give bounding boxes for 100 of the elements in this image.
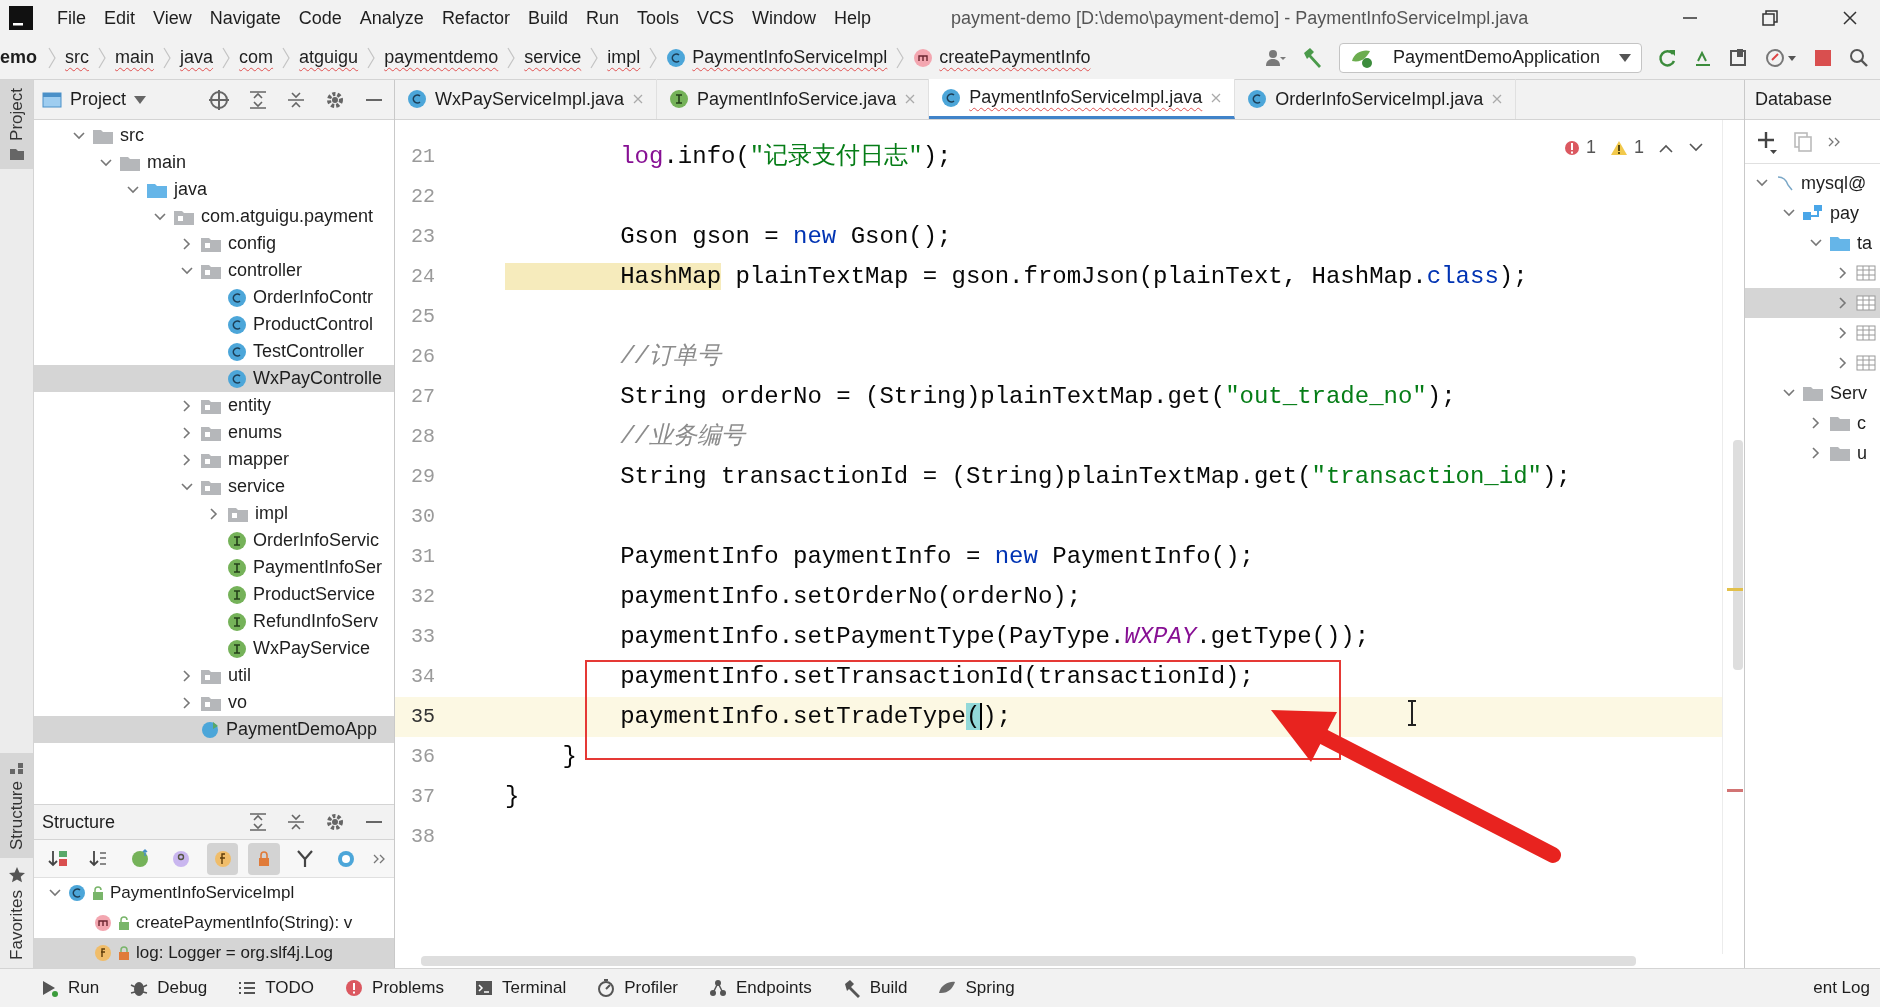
tool-window-button[interactable]: Profiler <box>596 973 679 1003</box>
interface-icon <box>227 611 247 632</box>
scrollbar[interactable] <box>1733 440 1743 670</box>
line-number: 23 <box>410 224 435 250</box>
tree-item[interactable]: config <box>34 230 394 257</box>
menu-item[interactable]: Refactor <box>432 3 519 33</box>
tree-item[interactable]: vo <box>34 689 394 716</box>
side-tab[interactable]: Favorites <box>0 858 33 968</box>
breadcrumb-item[interactable]: main <box>107 40 163 75</box>
menu-item[interactable]: VCS <box>688 3 743 33</box>
tree-item[interactable]: Serv <box>1745 378 1880 408</box>
line-number: 34 <box>410 664 435 690</box>
tree-item[interactable]: WxPayControlle <box>34 365 394 392</box>
breadcrumb-item[interactable]: src <box>57 40 97 75</box>
filter-toggle[interactable] <box>207 842 239 875</box>
class-icon <box>227 314 247 335</box>
tree-item[interactable]: main <box>34 149 394 176</box>
filter-toggle[interactable] <box>248 842 280 875</box>
error-count[interactable]: 1 <box>1563 134 1596 161</box>
breadcrumb-item[interactable]: java <box>172 40 222 75</box>
editor-tab[interactable]: OrderInfoServiceImpl.java <box>1235 79 1517 119</box>
run-configuration-dropdown[interactable]: PaymentDemoApplication <box>1339 42 1642 73</box>
tree-item[interactable]: ta <box>1745 228 1880 258</box>
breadcrumb-item[interactable]: atguigu <box>291 40 367 75</box>
warning-count[interactable]: 1 <box>1610 134 1644 161</box>
line-number: 22 <box>410 184 435 210</box>
menu-item[interactable]: File <box>48 3 95 33</box>
tree-item[interactable]: java <box>34 176 394 203</box>
tree-item[interactable]: util <box>34 662 394 689</box>
settings-icon[interactable] <box>324 811 346 833</box>
tree-item[interactable]: PaymentDemoApp <box>34 716 394 743</box>
tree-item[interactable]: c <box>1745 408 1880 438</box>
expand-all-icon[interactable] <box>248 812 268 832</box>
breadcrumb-item[interactable]: impl <box>599 40 649 75</box>
tree-item[interactable]: PaymentInfoSer <box>34 554 394 581</box>
menu-item[interactable]: Tools <box>627 3 688 33</box>
menu-item[interactable]: Run <box>576 3 628 33</box>
menu-item[interactable]: Help <box>825 3 881 33</box>
error-marker[interactable] <box>1727 789 1743 792</box>
warning-marker[interactable] <box>1727 588 1743 591</box>
tree-item[interactable]: service <box>34 473 394 500</box>
menu-item[interactable]: Edit <box>95 3 145 33</box>
tree-item[interactable]: mapper <box>34 446 394 473</box>
menu-item[interactable]: View <box>144 3 201 33</box>
tree-item[interactable]: entity <box>34 392 394 419</box>
menu-item[interactable]: Build <box>518 3 577 33</box>
breadcrumb-item[interactable]: service <box>516 40 590 75</box>
tree-item[interactable]: PaymentInfoServiceImpl <box>34 878 394 908</box>
restore-icon[interactable] <box>1760 8 1780 28</box>
side-tab[interactable]: Project <box>0 80 33 169</box>
tool-window-button[interactable]: Endpoints <box>708 973 812 1003</box>
attach-icon[interactable] <box>1764 46 1798 69</box>
tree-item[interactable]: TestController <box>34 338 394 365</box>
breadcrumb-item[interactable]: PaymentInfoServiceImpl <box>658 40 896 75</box>
tree-item[interactable]: enums <box>34 419 394 446</box>
editor-tab[interactable]: PaymentInfoServiceImpl.java <box>929 79 1236 119</box>
tree-item[interactable]: impl <box>34 500 394 527</box>
tree-item[interactable]: OrderInfoServic <box>34 527 394 554</box>
menu-item[interactable]: Window <box>743 3 826 33</box>
tree-item[interactable]: RefundInfoServ <box>34 608 394 635</box>
search-icon[interactable] <box>1848 46 1870 69</box>
code-line: paymentInfo.setTransactionId(transactionId); <box>619 663 1254 691</box>
menu-item[interactable]: Navigate <box>200 3 290 33</box>
tree-item[interactable]: ProductService <box>34 581 394 608</box>
tool-window-button[interactable]: ent Log <box>1813 973 1870 1003</box>
breadcrumb-item[interactable]: paymentdemo <box>376 40 507 75</box>
tree-item[interactable]: OrderInfoContr <box>34 284 394 311</box>
tool-window-button[interactable]: Problems <box>344 973 444 1003</box>
class-icon <box>227 368 247 389</box>
tool-window-button[interactable]: Spring <box>937 973 1015 1003</box>
horizontal-scrollbar[interactable] <box>421 956 1636 966</box>
tool-window-button[interactable]: TODO <box>237 973 315 1003</box>
panel-title[interactable]: Structure <box>34 808 116 836</box>
menu-item[interactable]: Code <box>289 3 351 33</box>
tree-item[interactable]: mysql@ <box>1745 168 1880 198</box>
tool-window-button[interactable]: Run <box>40 973 100 1003</box>
breadcrumb-item[interactable]: com <box>231 40 282 75</box>
breadcrumb-item[interactable]: createPaymentInfo <box>905 40 1099 75</box>
collapse-all-icon[interactable] <box>286 89 306 110</box>
expand-all-icon[interactable] <box>248 89 268 110</box>
collapse-all-icon[interactable] <box>286 812 306 832</box>
locate-icon[interactable] <box>208 88 230 111</box>
tool-window-button[interactable]: Terminal <box>473 973 567 1003</box>
tree-item[interactable]: WxPayService <box>34 635 394 662</box>
tree-item[interactable]: com.atguigu.payment <box>34 203 394 230</box>
tree-item[interactable]: src <box>34 122 394 149</box>
tree-item[interactable]: pay <box>1745 198 1880 228</box>
menu-item[interactable]: Analyze <box>350 3 433 33</box>
tree-item[interactable]: createPaymentInfo(String): v <box>34 908 394 938</box>
tree-item[interactable]: ProductControl <box>34 311 394 338</box>
breadcrumb-item[interactable]: emo <box>0 40 47 75</box>
next-icon[interactable] <box>1688 141 1704 154</box>
user-icon[interactable] <box>1265 47 1287 68</box>
side-tab[interactable]: Structure <box>0 753 33 859</box>
tree-item[interactable]: log: Logger = org.slf4j.Log <box>34 938 394 968</box>
tree-item[interactable]: u <box>1745 438 1880 468</box>
editor-tab[interactable]: WxPayServiceImpl.java <box>395 79 658 119</box>
tool-window-button[interactable]: Build <box>841 973 908 1003</box>
tool-window-button[interactable]: Debug <box>129 973 208 1003</box>
tree-item[interactable]: controller <box>34 257 394 284</box>
